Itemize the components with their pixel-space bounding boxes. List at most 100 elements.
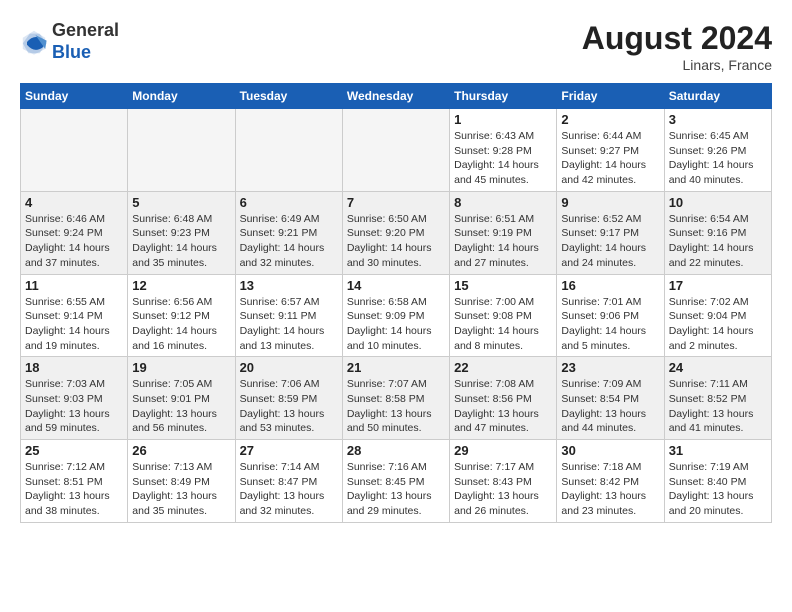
calendar-cell: 27 Sunrise: 7:14 AM Sunset: 8:47 PM Dayli… [235,440,342,523]
day-number: 1 [454,112,552,127]
calendar-cell: 12Sunrise: 6:56 AM Sunset: 9:12 PM Dayli… [128,274,235,357]
day-info: Sunrise: 6:50 AM Sunset: 9:20 PM Dayligh… [347,212,445,271]
calendar-cell: 22Sunrise: 7:08 AM Sunset: 8:56 PM Dayli… [450,357,557,440]
day-number: 2 [561,112,659,127]
calendar-cell: 7 Sunrise: 6:50 AM Sunset: 9:20 PM Daylig… [342,191,449,274]
calendar-cell: 30Sunrise: 7:18 AM Sunset: 8:42 PM Dayli… [557,440,664,523]
weekday-header-thursday: Thursday [450,84,557,109]
week-row-5: 25 Sunrise: 7:12 AM Sunset: 8:51 PM Dayli… [21,440,772,523]
day-info: Sunrise: 7:06 AM Sunset: 8:59 PM Dayligh… [240,377,338,436]
calendar-cell: 9Sunrise: 6:52 AM Sunset: 9:17 PM Daylig… [557,191,664,274]
calendar-cell [235,109,342,192]
calendar-cell: 29Sunrise: 7:17 AM Sunset: 8:43 PM Dayli… [450,440,557,523]
week-row-4: 18 Sunrise: 7:03 AM Sunset: 9:03 PM Dayli… [21,357,772,440]
day-info: Sunrise: 7:11 AM Sunset: 8:52 PM Dayligh… [669,377,767,436]
day-info: Sunrise: 6:52 AM Sunset: 9:17 PM Dayligh… [561,212,659,271]
week-row-2: 4 Sunrise: 6:46 AM Sunset: 9:24 PM Daylig… [21,191,772,274]
weekday-header-saturday: Saturday [664,84,771,109]
location: Linars, France [582,57,772,73]
day-info: Sunrise: 7:12 AM Sunset: 8:51 PM Dayligh… [25,460,123,519]
day-number: 18 [25,360,123,375]
day-info: Sunrise: 6:46 AM Sunset: 9:24 PM Dayligh… [25,212,123,271]
day-info: Sunrise: 7:19 AM Sunset: 8:40 PM Dayligh… [669,460,767,519]
day-number: 5 [132,195,230,210]
calendar-cell: 13Sunrise: 6:57 AM Sunset: 9:11 PM Dayli… [235,274,342,357]
calendar-cell: 1Sunrise: 6:43 AM Sunset: 9:28 PM Daylig… [450,109,557,192]
calendar-cell: 10 Sunrise: 6:54 AM Sunset: 9:16 PM Dayli… [664,191,771,274]
day-number: 4 [25,195,123,210]
calendar-cell: 6 Sunrise: 6:49 AM Sunset: 9:21 PM Daylig… [235,191,342,274]
day-number: 26 [132,443,230,458]
day-info: Sunrise: 7:16 AM Sunset: 8:45 PM Dayligh… [347,460,445,519]
day-number: 15 [454,278,552,293]
day-info: Sunrise: 6:44 AM Sunset: 9:27 PM Dayligh… [561,129,659,188]
day-info: Sunrise: 6:56 AM Sunset: 9:12 PM Dayligh… [132,295,230,354]
calendar-cell: 20 Sunrise: 7:06 AM Sunset: 8:59 PM Dayli… [235,357,342,440]
calendar-cell: 21 Sunrise: 7:07 AM Sunset: 8:58 PM Dayli… [342,357,449,440]
calendar-cell: 31 Sunrise: 7:19 AM Sunset: 8:40 PM Dayli… [664,440,771,523]
day-info: Sunrise: 7:01 AM Sunset: 9:06 PM Dayligh… [561,295,659,354]
weekday-header-tuesday: Tuesday [235,84,342,109]
calendar-cell: 17 Sunrise: 7:02 AM Sunset: 9:04 PM Dayli… [664,274,771,357]
day-info: Sunrise: 6:58 AM Sunset: 9:09 PM Dayligh… [347,295,445,354]
weekday-header-monday: Monday [128,84,235,109]
calendar-cell [128,109,235,192]
day-number: 27 [240,443,338,458]
day-number: 14 [347,278,445,293]
day-number: 16 [561,278,659,293]
day-number: 10 [669,195,767,210]
weekday-header-friday: Friday [557,84,664,109]
day-number: 17 [669,278,767,293]
day-number: 24 [669,360,767,375]
day-info: Sunrise: 7:09 AM Sunset: 8:54 PM Dayligh… [561,377,659,436]
day-number: 30 [561,443,659,458]
day-info: Sunrise: 6:51 AM Sunset: 9:19 PM Dayligh… [454,212,552,271]
title-section: August 2024 Linars, France [582,20,772,73]
calendar-cell [21,109,128,192]
calendar-cell: 14 Sunrise: 6:58 AM Sunset: 9:09 PM Dayli… [342,274,449,357]
day-info: Sunrise: 6:48 AM Sunset: 9:23 PM Dayligh… [132,212,230,271]
day-info: Sunrise: 7:05 AM Sunset: 9:01 PM Dayligh… [132,377,230,436]
calendar-cell: 15 Sunrise: 7:00 AM Sunset: 9:08 PM Dayli… [450,274,557,357]
weekday-header-wednesday: Wednesday [342,84,449,109]
day-info: Sunrise: 7:07 AM Sunset: 8:58 PM Dayligh… [347,377,445,436]
calendar-cell: 23Sunrise: 7:09 AM Sunset: 8:54 PM Dayli… [557,357,664,440]
day-info: Sunrise: 7:17 AM Sunset: 8:43 PM Dayligh… [454,460,552,519]
week-row-3: 11Sunrise: 6:55 AM Sunset: 9:14 PM Dayli… [21,274,772,357]
day-info: Sunrise: 6:54 AM Sunset: 9:16 PM Dayligh… [669,212,767,271]
day-number: 31 [669,443,767,458]
day-info: Sunrise: 7:14 AM Sunset: 8:47 PM Dayligh… [240,460,338,519]
day-number: 28 [347,443,445,458]
day-info: Sunrise: 6:55 AM Sunset: 9:14 PM Dayligh… [25,295,123,354]
calendar-table: SundayMondayTuesdayWednesdayThursdayFrid… [20,83,772,523]
day-info: Sunrise: 7:03 AM Sunset: 9:03 PM Dayligh… [25,377,123,436]
month-year: August 2024 [582,20,772,57]
day-number: 6 [240,195,338,210]
day-number: 3 [669,112,767,127]
logo: General Blue [20,20,119,63]
day-info: Sunrise: 7:02 AM Sunset: 9:04 PM Dayligh… [669,295,767,354]
calendar-cell: 28 Sunrise: 7:16 AM Sunset: 8:45 PM Dayli… [342,440,449,523]
calendar-cell: 24 Sunrise: 7:11 AM Sunset: 8:52 PM Dayli… [664,357,771,440]
logo-blue: Blue [52,42,119,64]
calendar-cell: 18 Sunrise: 7:03 AM Sunset: 9:03 PM Dayli… [21,357,128,440]
day-number: 7 [347,195,445,210]
calendar-cell: 25 Sunrise: 7:12 AM Sunset: 8:51 PM Dayli… [21,440,128,523]
day-number: 19 [132,360,230,375]
calendar-cell: 3Sunrise: 6:45 AM Sunset: 9:26 PM Daylig… [664,109,771,192]
calendar-cell: 19 Sunrise: 7:05 AM Sunset: 9:01 PM Dayli… [128,357,235,440]
page-header: General Blue August 2024 Linars, France [20,20,772,73]
day-number: 20 [240,360,338,375]
logo-general: General [52,20,119,42]
calendar-cell: 11Sunrise: 6:55 AM Sunset: 9:14 PM Dayli… [21,274,128,357]
day-info: Sunrise: 7:00 AM Sunset: 9:08 PM Dayligh… [454,295,552,354]
calendar-cell: 26Sunrise: 7:13 AM Sunset: 8:49 PM Dayli… [128,440,235,523]
day-number: 25 [25,443,123,458]
day-number: 22 [454,360,552,375]
calendar-cell: 5 Sunrise: 6:48 AM Sunset: 9:23 PM Daylig… [128,191,235,274]
week-row-1: 1Sunrise: 6:43 AM Sunset: 9:28 PM Daylig… [21,109,772,192]
day-info: Sunrise: 6:57 AM Sunset: 9:11 PM Dayligh… [240,295,338,354]
calendar-cell: 8Sunrise: 6:51 AM Sunset: 9:19 PM Daylig… [450,191,557,274]
day-number: 21 [347,360,445,375]
day-info: Sunrise: 6:49 AM Sunset: 9:21 PM Dayligh… [240,212,338,271]
